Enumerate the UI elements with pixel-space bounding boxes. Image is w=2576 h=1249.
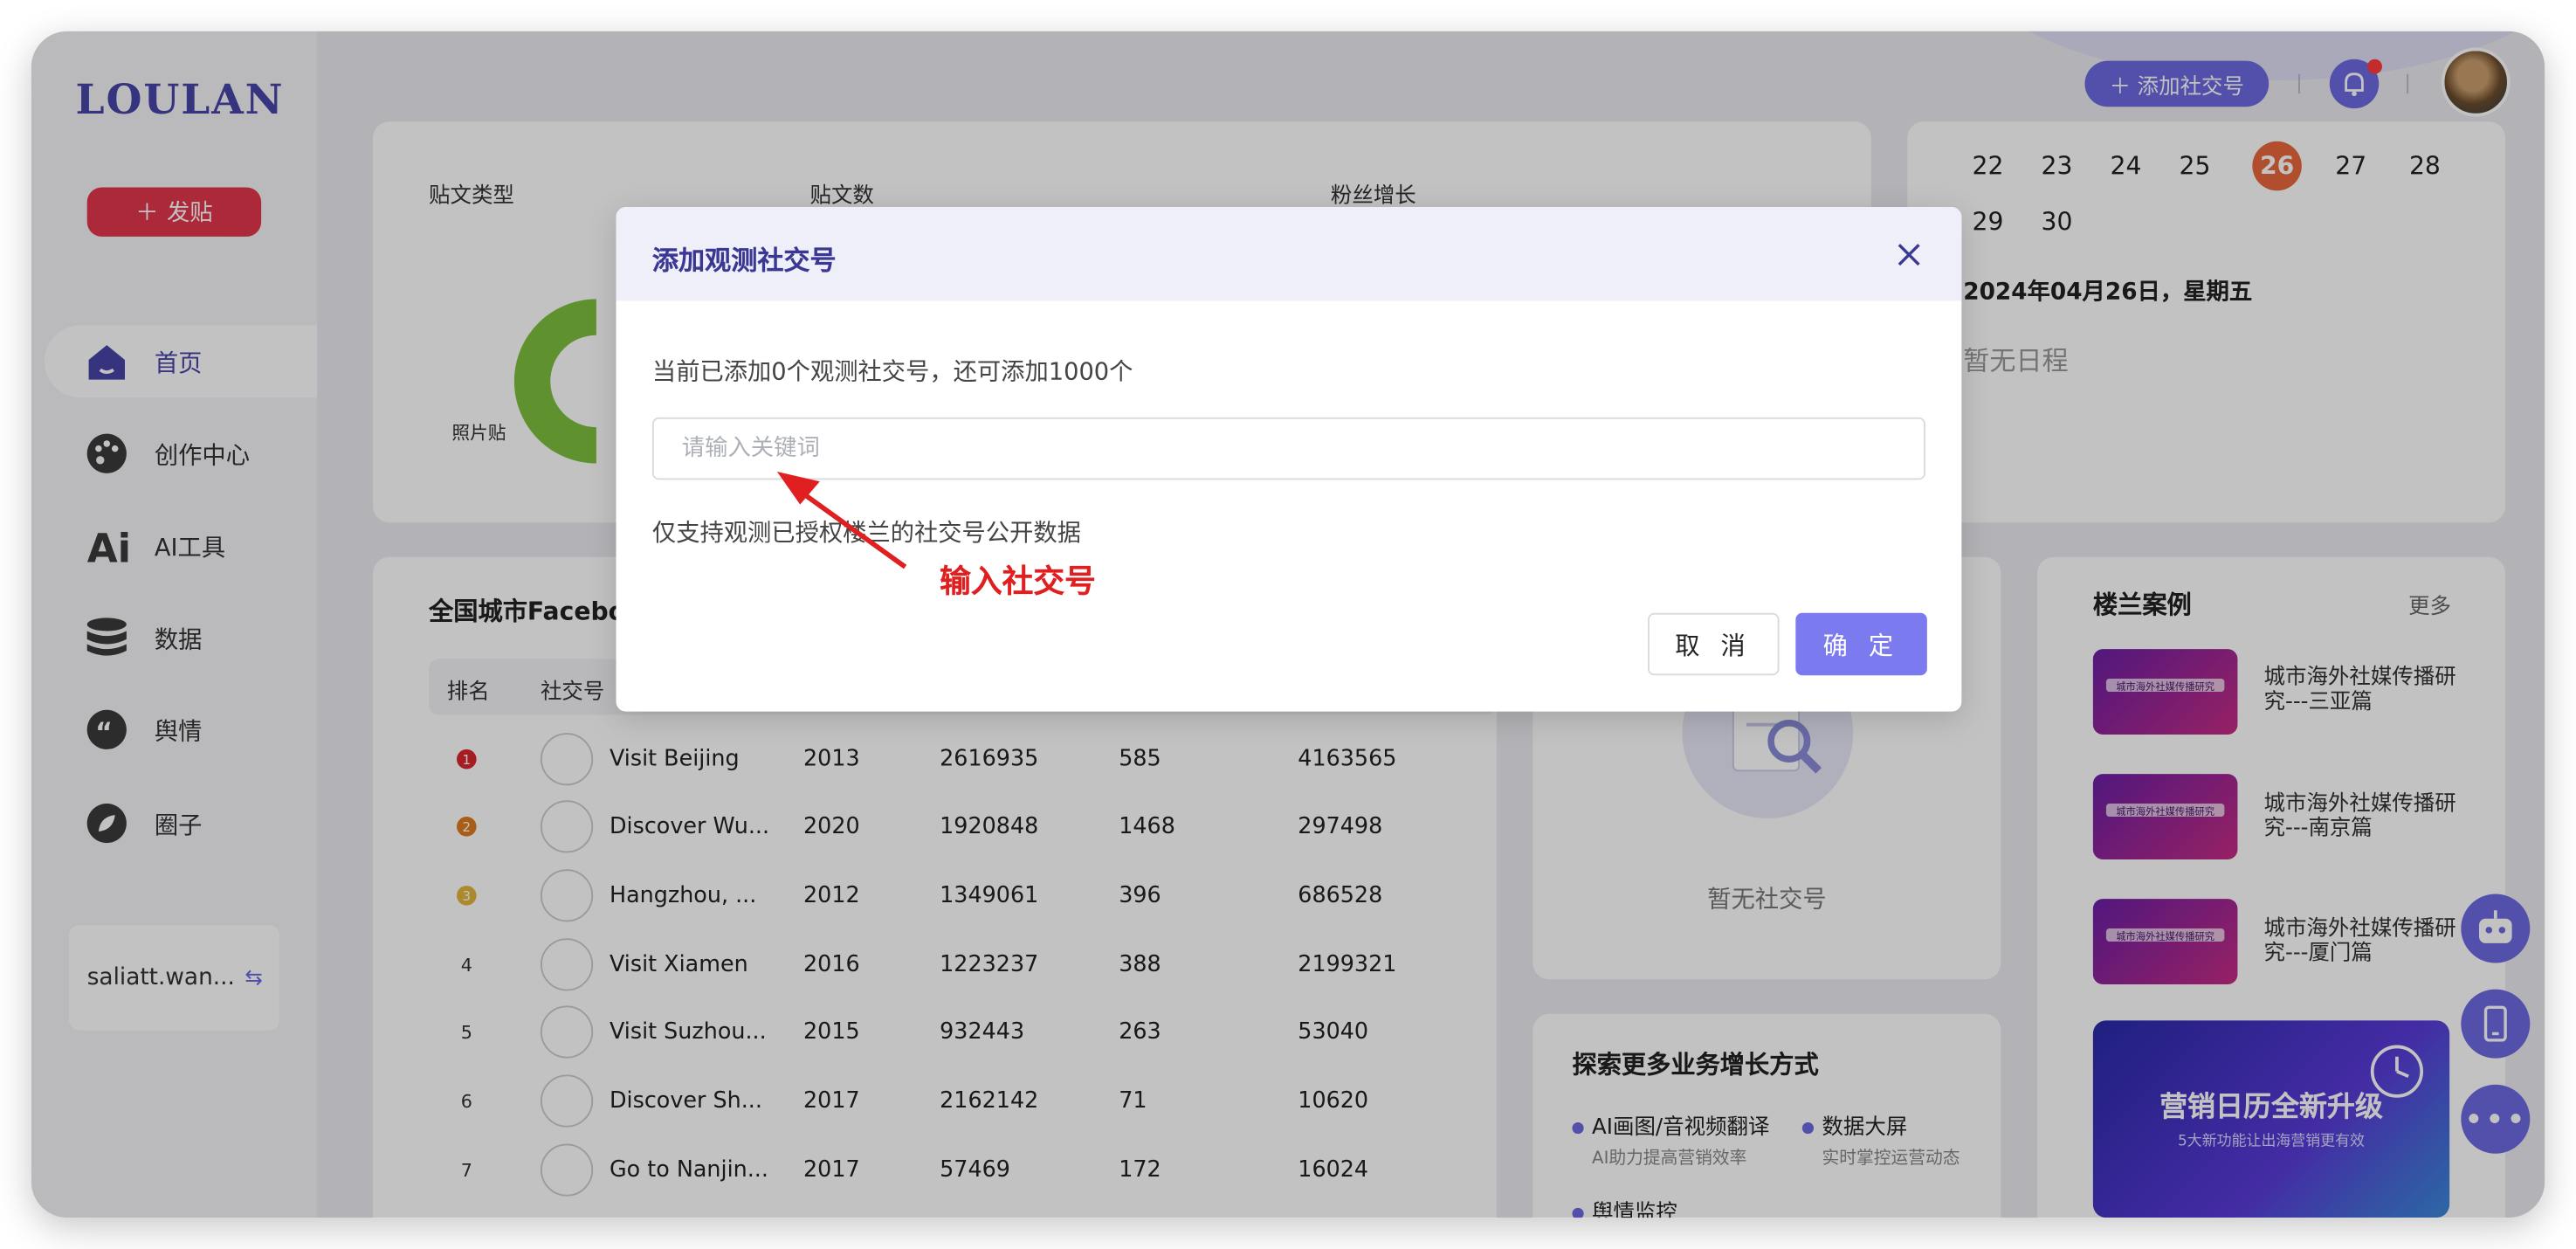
screenshot-stage: LOULAN ＋ 发贴 首页 创作中心 Ai AI工具 数据 “ 舆情 圈子 s…	[0, 0, 2576, 1249]
annotation-arrow	[776, 471, 907, 569]
app-window: LOULAN ＋ 发贴 首页 创作中心 Ai AI工具 数据 “ 舆情 圈子 s…	[31, 31, 2545, 1218]
annotation-label: 输入社交号	[940, 563, 1096, 600]
